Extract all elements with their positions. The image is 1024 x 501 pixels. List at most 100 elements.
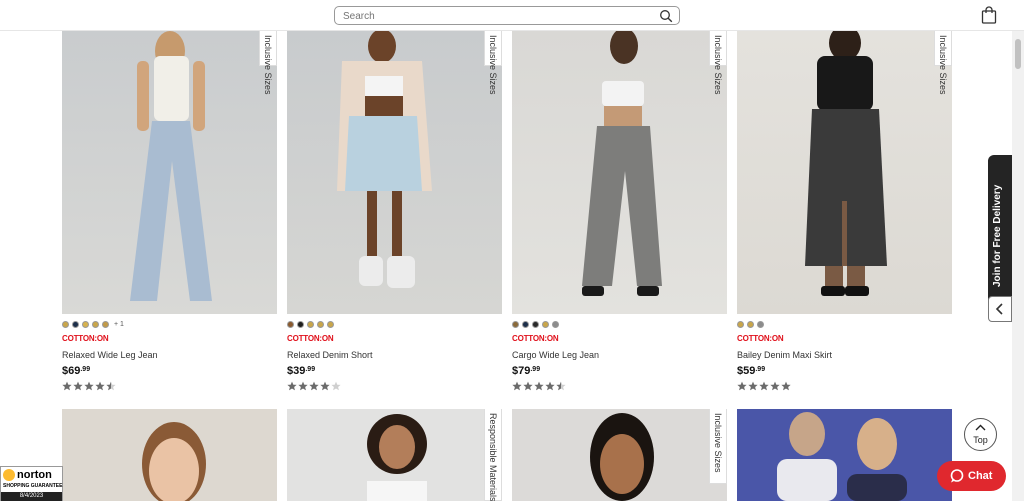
color-swatch[interactable] <box>297 320 304 328</box>
search-input[interactable] <box>343 9 643 23</box>
product-name[interactable]: Relaxed Denim Short <box>287 350 502 360</box>
star-icon <box>534 381 544 391</box>
norton-logo-text: norton <box>17 469 52 481</box>
color-swatch[interactable] <box>552 320 559 328</box>
product-card[interactable]: Inclusive Sizes + 1 COTTON:ON Relaxed Wi… <box>62 31 277 391</box>
star-icon <box>556 381 566 391</box>
search-icon[interactable] <box>659 9 673 23</box>
model-figure <box>337 31 432 288</box>
search-bar[interactable] <box>334 6 680 25</box>
star-icon <box>737 381 747 391</box>
star-icon <box>770 381 780 391</box>
badge: Inclusive Sizes <box>259 31 277 95</box>
join-free-delivery-label[interactable]: Join for Free Delivery <box>992 175 1003 287</box>
model-figure <box>142 422 206 501</box>
color-swatch[interactable] <box>62 320 69 328</box>
product-card[interactable]: Inclusive Sizes COTTON:ON Cargo Wide Leg… <box>512 31 727 391</box>
more-colors[interactable]: + 1 <box>114 321 124 328</box>
norton-check-icon <box>3 469 15 481</box>
color-swatch[interactable] <box>82 320 89 328</box>
star-icon <box>84 381 94 391</box>
chevron-left-icon[interactable] <box>989 297 1011 321</box>
product-image[interactable] <box>62 409 277 501</box>
star-icon <box>331 381 341 391</box>
color-swatch[interactable] <box>307 320 314 328</box>
color-swatch[interactable] <box>542 320 549 328</box>
color-swatch[interactable] <box>327 320 334 328</box>
scrollbar-thumb[interactable] <box>1015 39 1021 69</box>
model-figure <box>130 31 212 301</box>
product-image[interactable]: Inclusive Sizes <box>62 31 277 314</box>
product-card[interactable]: Inclusive Sizes COTTON:ON Relaxed Denim … <box>287 31 502 391</box>
color-swatch[interactable] <box>532 320 539 328</box>
badge: Responsible Materials <box>484 409 502 501</box>
product-card[interactable]: Inclusive Sizes <box>512 409 727 501</box>
expand-button[interactable] <box>988 296 1012 322</box>
model-figure <box>582 31 662 296</box>
star-icon <box>73 381 83 391</box>
model-figure <box>777 412 907 501</box>
back-to-top-button[interactable]: Top <box>964 418 997 451</box>
product-name[interactable]: Relaxed Wide Leg Jean <box>62 350 277 360</box>
color-swatch[interactable] <box>737 320 744 328</box>
color-swatch[interactable] <box>102 320 109 328</box>
star-icon <box>309 381 319 391</box>
color-swatch[interactable] <box>287 320 294 328</box>
badge: Inclusive Sizes <box>934 31 952 95</box>
color-swatch[interactable] <box>512 320 519 328</box>
product-name[interactable]: Cargo Wide Leg Jean <box>512 350 727 360</box>
product-price: $39.99 <box>287 365 316 377</box>
color-swatches: + 1 <box>62 320 277 328</box>
model-figure <box>590 413 654 501</box>
model-figure <box>805 31 887 296</box>
product-card[interactable] <box>737 409 952 501</box>
star-icon <box>545 381 555 391</box>
brand-label: COTTON:ON <box>737 334 784 343</box>
star-icon <box>287 381 297 391</box>
color-swatch[interactable] <box>72 320 79 328</box>
color-swatch[interactable] <box>317 320 324 328</box>
product-image[interactable]: Inclusive Sizes <box>737 31 952 314</box>
product-card[interactable]: Inclusive Sizes COTTON:ON Bailey Denim M… <box>737 31 952 391</box>
product-card[interactable] <box>62 409 277 501</box>
color-swatches <box>512 320 727 328</box>
star-icon <box>298 381 308 391</box>
badge: Inclusive Sizes <box>484 31 502 95</box>
join-free-delivery-tab[interactable]: Join for Free Delivery <box>988 155 1012 322</box>
product-price: $59.99 <box>737 365 766 377</box>
product-image[interactable]: Responsible Materials <box>287 409 502 501</box>
color-swatch[interactable] <box>92 320 99 328</box>
back-to-top-label: Top <box>973 435 988 445</box>
product-image[interactable]: Inclusive Sizes <box>512 409 727 501</box>
product-price: $79.99 <box>512 365 541 377</box>
color-swatch[interactable] <box>522 320 529 328</box>
star-icon <box>748 381 758 391</box>
color-swatch[interactable] <box>757 320 764 328</box>
color-swatches <box>287 320 502 328</box>
norton-guarantee-badge[interactable]: norton SHOPPING GUARANTEE 8/4/2023 <box>0 466 63 501</box>
model-figure <box>367 414 427 501</box>
rating-stars <box>287 380 347 392</box>
product-card[interactable]: Responsible Materials <box>287 409 502 501</box>
star-icon <box>759 381 769 391</box>
chat-bubble-icon <box>950 469 964 483</box>
brand-label: COTTON:ON <box>287 334 334 343</box>
color-swatch[interactable] <box>747 320 754 328</box>
shopping-bag-icon[interactable] <box>981 6 997 24</box>
product-image[interactable]: Inclusive Sizes <box>287 31 502 314</box>
chevron-up-icon <box>975 424 986 431</box>
site-header <box>0 0 1024 31</box>
product-name[interactable]: Bailey Denim Maxi Skirt <box>737 350 952 360</box>
brand-label: COTTON:ON <box>512 334 559 343</box>
star-icon <box>62 381 72 391</box>
page-scrollbar[interactable] <box>1012 31 1024 501</box>
star-icon <box>781 381 791 391</box>
norton-guarantee-text: SHOPPING GUARANTEE <box>3 483 63 489</box>
chat-button[interactable]: Chat <box>937 461 1006 491</box>
rating-stars <box>737 380 797 392</box>
star-icon <box>523 381 533 391</box>
star-icon <box>512 381 522 391</box>
product-image[interactable] <box>737 409 952 501</box>
product-image[interactable]: Inclusive Sizes <box>512 31 727 314</box>
product-price: $69.99 <box>62 365 91 377</box>
